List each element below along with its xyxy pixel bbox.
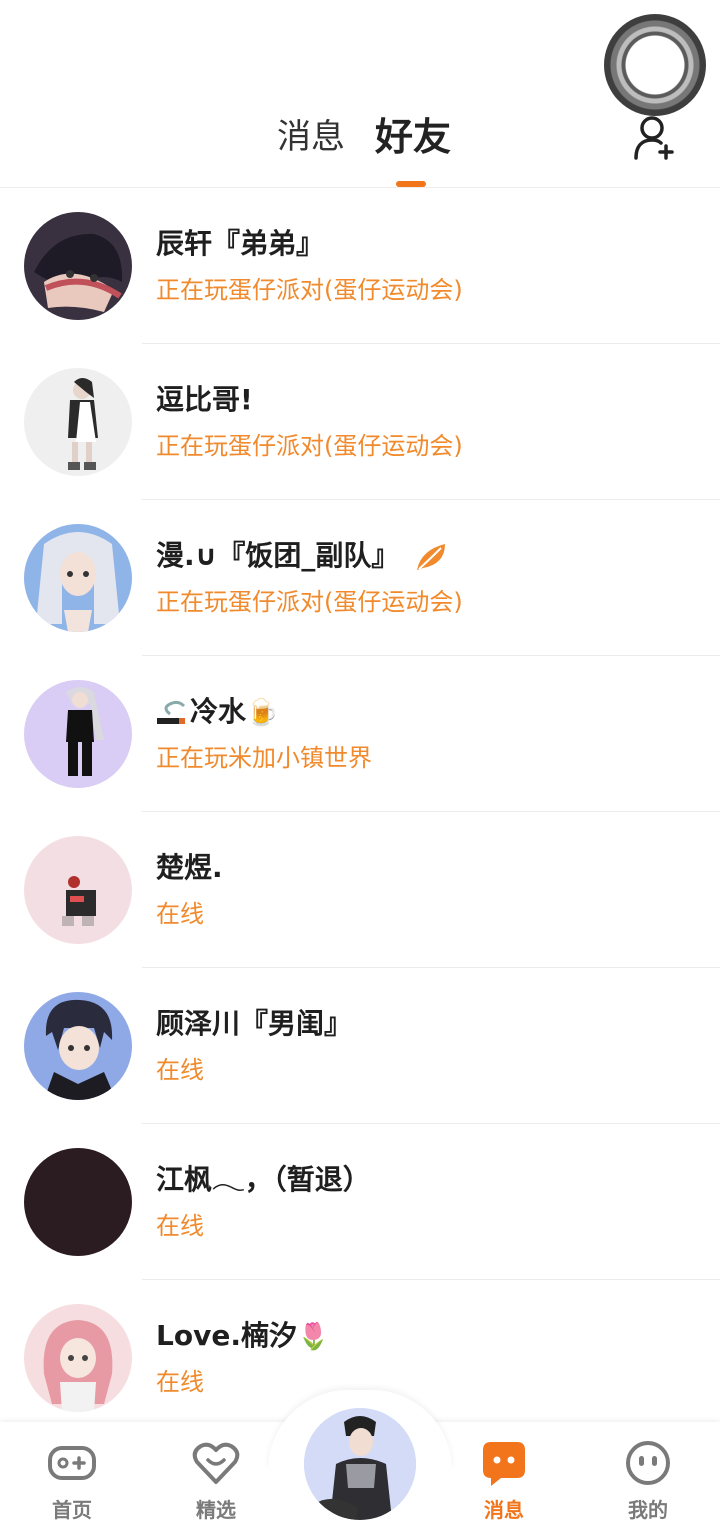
avatar[interactable] xyxy=(24,212,132,320)
heart-chat-icon xyxy=(192,1442,240,1484)
tab-messages[interactable]: 消息 xyxy=(277,112,345,162)
avatar[interactable] xyxy=(24,368,132,476)
nav-me-label: 我的 xyxy=(628,1498,668,1522)
friend-status: 在线 xyxy=(156,900,204,928)
friend-name: 漫.∪『饭团_副队』 xyxy=(156,536,449,576)
friend-name: 江枫𓂃，（暂退） xyxy=(156,1163,371,1196)
tab-friends[interactable]: 好友 xyxy=(375,112,451,162)
face-icon xyxy=(626,1441,670,1485)
center-avatar-button[interactable] xyxy=(304,1408,416,1520)
friend-row[interactable]: 江枫𓂃，（暂退） 在线 xyxy=(0,1124,720,1280)
friend-status: 正在玩蛋仔派对(蛋仔运动会) xyxy=(156,432,463,460)
friend-row[interactable]: 顾泽川『男闺』 在线 xyxy=(0,968,720,1124)
tab-bar: 消息 好友 xyxy=(0,112,720,172)
avatar[interactable] xyxy=(24,992,132,1100)
nav-featured[interactable]: 精选 xyxy=(166,1438,266,1530)
friend-row[interactable]: 漫.∪『饭团_副队』 正在玩蛋仔派对(蛋仔运动会) xyxy=(0,500,720,656)
nav-messages[interactable]: 消息 xyxy=(454,1438,554,1530)
friend-row[interactable]: 楚煜. 在线 xyxy=(0,812,720,968)
friend-status: 正在玩米加小镇世界 xyxy=(156,744,372,772)
friend-name: 逗比哥! xyxy=(156,383,253,416)
avatar xyxy=(304,1408,416,1520)
friend-name: 冷水🍺 xyxy=(156,692,278,733)
friend-status: 在线 xyxy=(156,1056,204,1084)
friend-status: 正在玩蛋仔派对(蛋仔运动会) xyxy=(156,588,463,616)
nav-home[interactable]: 首页 xyxy=(22,1438,122,1530)
leaf-icon xyxy=(417,544,446,570)
friend-row[interactable]: 冷水🍺 正在玩米加小镇世界 xyxy=(0,656,720,812)
nav-me[interactable]: 我的 xyxy=(598,1438,698,1530)
friend-list: 辰轩『弟弟』 正在玩蛋仔派对(蛋仔运动会) 逗比哥! 正在玩蛋仔派对(蛋仔运动会… xyxy=(0,188,720,1436)
header: 消息 好友 xyxy=(0,0,720,188)
avatar[interactable] xyxy=(24,1148,132,1256)
add-friend-button[interactable] xyxy=(630,112,680,162)
nav-featured-label: 精选 xyxy=(196,1498,236,1522)
beer-icon: 🍺 xyxy=(246,698,279,728)
avatar[interactable] xyxy=(24,1304,132,1412)
avatar[interactable] xyxy=(24,680,132,788)
friend-status: 在线 xyxy=(156,1212,204,1240)
friend-name: 顾泽川『男闺』 xyxy=(156,1007,353,1040)
friend-status: 正在玩蛋仔派对(蛋仔运动会) xyxy=(156,276,463,304)
friend-name: 辰轩『弟弟』 xyxy=(156,227,325,260)
friend-status: 在线 xyxy=(156,1368,204,1396)
tulip-icon: 🌷 xyxy=(296,1322,330,1352)
message-icon xyxy=(483,1442,525,1486)
floating-ball-button[interactable] xyxy=(604,14,706,116)
friend-row[interactable]: 辰轩『弟弟』 正在玩蛋仔派对(蛋仔运动会) xyxy=(0,188,720,344)
friend-name: 楚煜. xyxy=(156,851,223,884)
active-tab-indicator xyxy=(396,181,426,187)
friend-name: Love.楠汐🌷 xyxy=(156,1319,330,1352)
smoking-icon xyxy=(157,700,186,724)
friend-row[interactable]: 逗比哥! 正在玩蛋仔派对(蛋仔运动会) xyxy=(0,344,720,500)
add-user-icon xyxy=(634,116,674,160)
gamepad-icon xyxy=(48,1446,96,1480)
avatar[interactable] xyxy=(24,524,132,632)
avatar[interactable] xyxy=(24,836,132,944)
nav-messages-label: 消息 xyxy=(484,1498,524,1522)
nav-home-label: 首页 xyxy=(52,1498,92,1522)
